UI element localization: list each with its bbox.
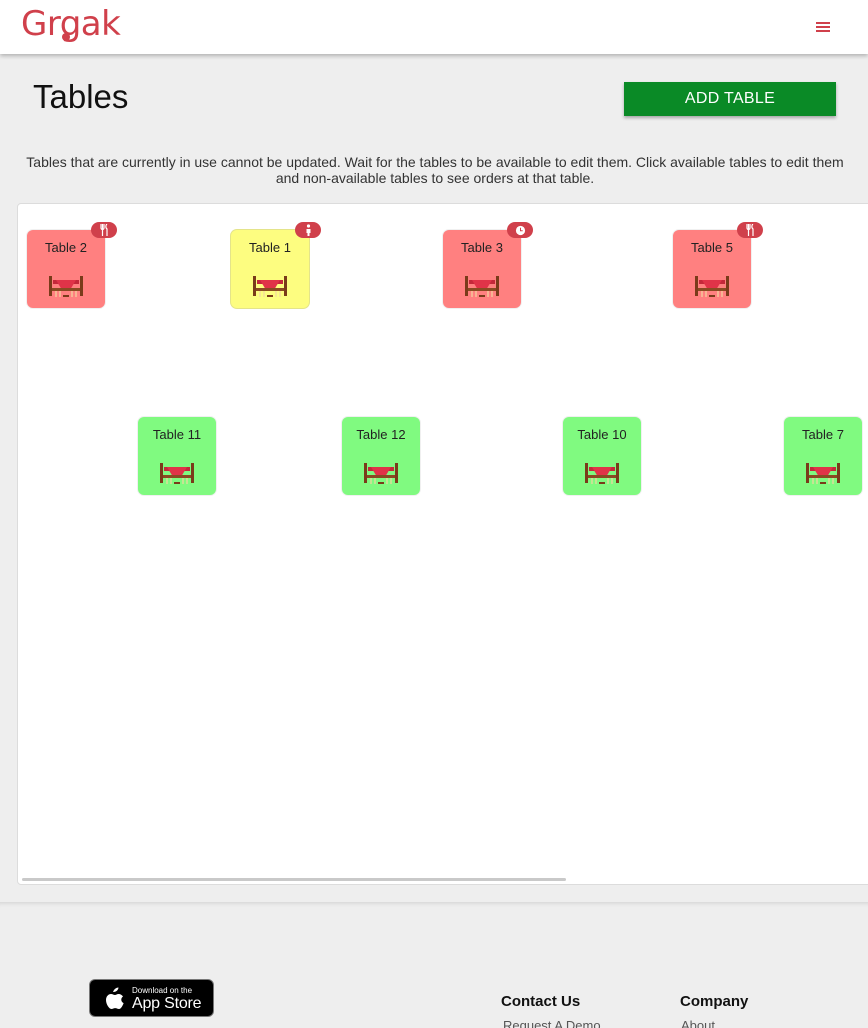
table-tile-7[interactable]: Table 7 <box>784 417 862 495</box>
appstore-big-text: App Store <box>132 995 202 1012</box>
dining-table-icon <box>160 463 194 484</box>
horizontal-scrollbar[interactable] <box>22 878 566 881</box>
clock-icon <box>507 222 533 238</box>
dining-table-icon <box>364 463 398 484</box>
dining-table-icon <box>806 463 840 484</box>
apple-icon <box>106 987 124 1009</box>
table-label: Table 12 <box>356 427 406 442</box>
contact-us-heading: Contact Us <box>501 993 581 1010</box>
hamburger-menu-icon[interactable] <box>812 18 834 36</box>
fork-knife-icon <box>91 222 117 238</box>
table-tile-2[interactable]: Table 2 <box>27 230 105 308</box>
logo-dot <box>62 33 70 41</box>
table-tile-1[interactable]: Table 1 <box>231 230 309 308</box>
dining-table-icon <box>585 463 619 484</box>
site-footer: Download on the App Store Contact Us Req… <box>0 902 868 1028</box>
page-title: Tables <box>33 78 129 115</box>
table-label: Table 2 <box>45 240 87 255</box>
table-tile-5[interactable]: Table 5 <box>673 230 751 308</box>
dining-table-icon <box>253 276 287 297</box>
about-link[interactable]: About <box>681 1018 715 1028</box>
dining-table-icon <box>465 276 499 297</box>
table-tile-10[interactable]: Table 10 <box>563 417 641 495</box>
tables-notice: Tables that are currently in use cannot … <box>26 154 844 186</box>
table-label: Table 7 <box>802 427 844 442</box>
table-tile-12[interactable]: Table 12 <box>342 417 420 495</box>
appstore-small-text: Download on the <box>132 986 193 995</box>
logo-text: Grgak <box>21 4 121 44</box>
dining-table-icon <box>695 276 729 297</box>
table-tile-3[interactable]: Table 3 <box>443 230 521 308</box>
table-label: Table 11 <box>152 427 202 442</box>
table-tile-11[interactable]: Table 11 <box>138 417 216 495</box>
company-heading: Company <box>680 993 749 1010</box>
table-label: Table 1 <box>249 240 291 255</box>
top-nav-bar: Grgak <box>0 0 868 54</box>
add-table-button[interactable]: ADD TABLE <box>624 82 836 116</box>
groak-logo[interactable]: Grgak <box>21 4 121 44</box>
fork-knife-icon <box>737 222 763 238</box>
app-store-badge[interactable]: Download on the App Store <box>89 979 214 1017</box>
person-icon <box>295 222 321 238</box>
table-label: Table 10 <box>577 427 627 442</box>
dining-table-icon <box>49 276 83 297</box>
table-label: Table 3 <box>461 240 503 255</box>
request-demo-link[interactable]: Request A Demo <box>503 1018 601 1028</box>
table-label: Table 5 <box>691 240 733 255</box>
table-floor-plan: Table 2 Table 1 Table 3 Table 5 Table 11… <box>17 203 868 885</box>
